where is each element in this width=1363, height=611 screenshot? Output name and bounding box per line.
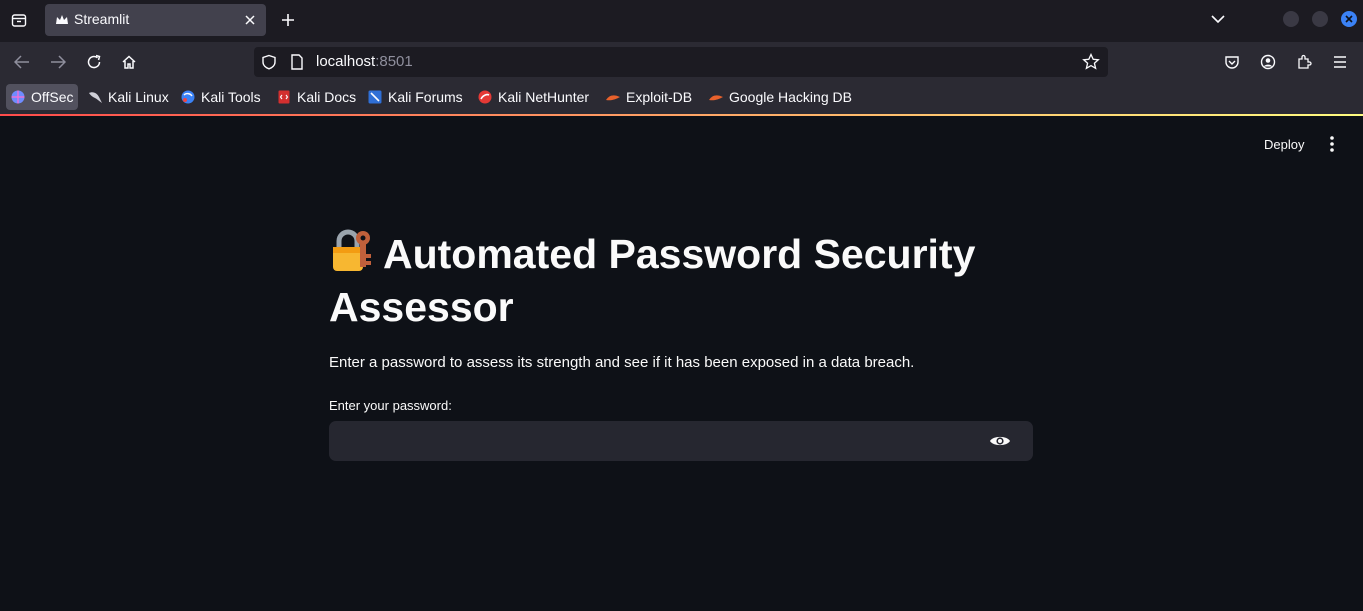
nethunter-icon: [478, 90, 492, 104]
chevron-down-icon[interactable]: [1207, 8, 1229, 30]
kali-forums-icon: [368, 90, 382, 104]
bookmark-star-icon[interactable]: [1082, 53, 1100, 71]
extensions-icon[interactable]: [1291, 50, 1317, 74]
forward-arrow-icon[interactable]: [45, 50, 71, 74]
eye-icon[interactable]: [989, 431, 1011, 451]
home-icon[interactable]: [116, 50, 142, 74]
window-minimize-button[interactable]: [1283, 11, 1299, 27]
bookmark-kali-docs[interactable]: Kali Docs: [272, 84, 360, 110]
lock-with-key-icon: [333, 229, 371, 271]
exploit-db-icon: [606, 95, 620, 101]
streamlit-app: Deploy Automated Password Security Asses…: [0, 116, 1363, 611]
offsec-icon: [11, 90, 25, 104]
account-icon[interactable]: [1255, 50, 1281, 74]
list-all-tabs-icon[interactable]: [6, 8, 32, 32]
ghdb-icon: [709, 95, 723, 101]
bookmarks-toolbar: OffSec Kali Linux Kali Tools Kali Docs K…: [0, 82, 1363, 114]
close-tab-icon[interactable]: [242, 12, 258, 28]
page-title-block: Automated Password Security Assessor: [329, 228, 1029, 334]
shield-icon[interactable]: [261, 54, 277, 70]
page-icon[interactable]: [290, 54, 304, 70]
kali-docs-icon: [278, 90, 290, 104]
reload-icon[interactable]: [81, 50, 107, 74]
window-close-button[interactable]: [1341, 11, 1357, 27]
main-menu-icon[interactable]: [1322, 132, 1342, 156]
new-tab-icon[interactable]: [277, 9, 299, 31]
page-title: Automated Password Security Assessor: [329, 228, 1029, 334]
bookmark-kali-linux[interactable]: Kali Linux: [83, 84, 173, 110]
tab-title: Streamlit: [74, 11, 130, 27]
bookmark-google-hacking-db[interactable]: Google Hacking DB: [704, 84, 856, 110]
password-field-container: [329, 421, 1033, 461]
back-arrow-icon[interactable]: [9, 50, 35, 74]
browser-nav-bar: localhost:8501: [0, 42, 1363, 82]
close-icon: [1345, 15, 1353, 23]
bookmark-offsec[interactable]: OffSec: [6, 84, 78, 110]
bookmark-kali-tools[interactable]: Kali Tools: [176, 84, 265, 110]
streamlit-crown-icon: [56, 15, 68, 24]
bookmark-kali-nethunter[interactable]: Kali NetHunter: [473, 84, 593, 110]
page-description: Enter a password to assess its strength …: [329, 354, 915, 371]
hamburger-menu-icon[interactable]: [1327, 50, 1353, 74]
url-text[interactable]: localhost:8501: [316, 53, 413, 70]
window-maximize-button[interactable]: [1312, 11, 1328, 27]
browser-tab[interactable]: Streamlit: [45, 4, 266, 36]
deploy-button[interactable]: Deploy: [1256, 134, 1312, 155]
bookmark-exploit-db[interactable]: Exploit-DB: [601, 84, 696, 110]
password-input[interactable]: [329, 421, 979, 461]
password-label: Enter your password:: [329, 398, 452, 413]
pocket-icon[interactable]: [1219, 50, 1245, 74]
url-bar[interactable]: localhost:8501: [254, 47, 1108, 77]
browser-tab-strip: Streamlit: [0, 0, 1363, 42]
kali-tools-icon: [181, 90, 195, 104]
bookmark-kali-forums[interactable]: Kali Forums: [363, 84, 467, 110]
kali-dragon-icon: [89, 92, 102, 103]
